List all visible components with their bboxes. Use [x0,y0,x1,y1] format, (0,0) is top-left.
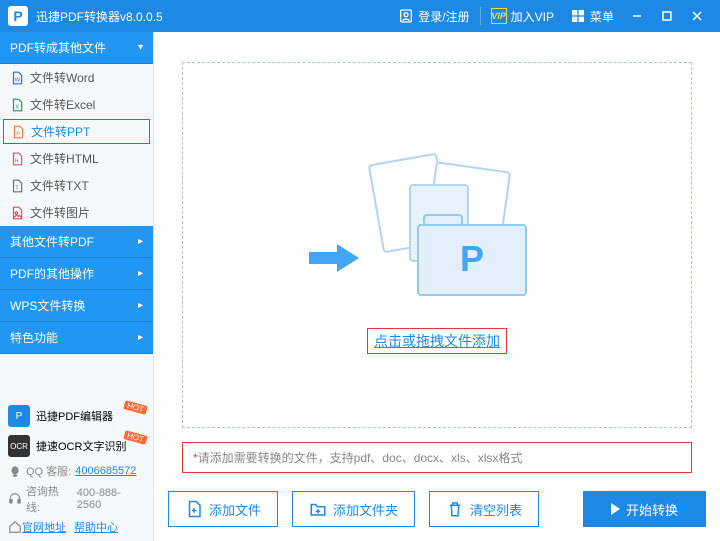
phone-label: 咨询热线: [26,483,73,515]
help-link[interactable]: 帮助中心 [74,519,118,535]
login-button[interactable]: 登录/注册 [390,0,477,32]
close-button[interactable] [682,0,712,32]
clear-list-button[interactable]: 清空列表 [429,491,539,527]
svg-text:P: P [16,131,20,137]
button-label: 开始转换 [626,500,678,519]
chevron-down-icon: ▾ [138,42,143,53]
grid-icon [570,8,586,24]
content: P 点击或拖拽文件添加 *请添加需要转换的文件，支持pdf、doc、docx、x… [154,32,720,541]
image-file-icon [10,206,24,220]
minimize-button[interactable] [622,0,652,32]
login-label: 登录/注册 [418,8,469,25]
home-icon [8,520,22,534]
site-link[interactable]: 官网地址 [22,519,66,535]
sidebar-item-excel[interactable]: X 文件转Excel [0,91,153,118]
ppt-file-icon: P [11,125,25,139]
sidebar-item-ppt[interactable]: P 文件转PPT [3,119,150,144]
sidebar-item-txt[interactable]: T 文件转TXT [0,172,153,199]
item-label: 文件转Excel [30,96,95,113]
category-pdf-to-other[interactable]: PDF转成其他文件 ▾ [0,32,153,64]
bottom-links: 官网地址 帮助中心 [0,517,153,541]
word-file-icon: W [10,71,24,85]
category-label: 其他文件转PDF [10,233,94,250]
play-icon [611,503,620,515]
qq-contact: QQ 客服: 4006685572 [0,461,153,481]
category-label: WPS文件转换 [10,297,85,314]
menu-button[interactable]: 菜单 [562,0,622,32]
button-label: 添加文件 [209,500,261,519]
item-label: 文件转PPT [31,123,90,140]
svg-text:W: W [15,77,21,83]
add-folder-icon [309,500,327,518]
footer-toolbar: 添加文件 添加文件夹 清空列表 开始转换 [154,481,720,541]
separator [480,7,481,25]
chevron-right-icon: ▸ [138,332,143,343]
sidebar-item-word[interactable]: W 文件转Word [0,64,153,91]
hot-badge: HOT [123,430,147,445]
item-label: 文件转Word [30,69,94,86]
drop-text: 点击或拖拽文件添加 [367,328,507,354]
add-file-icon [185,500,203,518]
item-label: 文件转图片 [30,204,90,221]
category-special[interactable]: 特色功能 ▸ [0,322,153,354]
drop-area[interactable]: P 点击或拖拽文件添加 [182,62,692,428]
pdf-editor-icon: P [8,405,30,427]
menu-label: 菜单 [590,8,614,25]
qq-label: QQ 客服: [26,463,71,479]
button-label: 添加文件夹 [333,500,398,519]
user-icon [398,8,414,24]
sidebar-item-html[interactable]: H 文件转HTML [0,145,153,172]
add-file-button[interactable]: 添加文件 [168,491,278,527]
ocr-icon: OCR [8,435,30,457]
promo-label: 迅捷PDF编辑器 [36,408,113,424]
file-drop-illustration-icon: P [327,136,547,316]
sidebar-bottom: P 迅捷PDF编辑器 HOT OCR 捷速OCR文字识别 HOT QQ 客服: … [0,401,153,541]
promo-ocr[interactable]: OCR 捷速OCR文字识别 HOT [0,431,153,461]
category-label: 特色功能 [10,329,58,346]
maximize-button[interactable] [652,0,682,32]
item-label: 文件转TXT [30,177,89,194]
category-label: PDF转成其他文件 [10,39,106,56]
phone-contact: 咨询热线: 400-888-2560 [0,481,153,517]
format-hint: *请添加需要转换的文件，支持pdf、doc、docx、xls、xlsx格式 [182,442,692,473]
button-label: 清空列表 [470,500,522,519]
svg-text:X: X [15,104,19,110]
hint-text: 请添加需要转换的文件，支持pdf、doc、docx、xls、xlsx格式 [198,451,523,465]
category-label: PDF的其他操作 [10,265,94,282]
start-convert-button[interactable]: 开始转换 [583,491,706,527]
phone-value: 400-888-2560 [77,487,145,511]
app-title: 迅捷PDF转换器v8.0.0.5 [36,8,163,25]
promo-label: 捷速OCR文字识别 [36,438,126,454]
svg-text:T: T [15,185,19,191]
vip-button[interactable]: VIP 加入VIP [483,0,562,32]
txt-file-icon: T [10,179,24,193]
qq-icon [8,464,22,478]
chevron-right-icon: ▸ [138,268,143,279]
app-logo-icon: P [8,6,28,26]
category-other-to-pdf[interactable]: 其他文件转PDF ▸ [0,226,153,258]
svg-text:H: H [15,158,19,164]
titlebar: P 迅捷PDF转换器v8.0.0.5 登录/注册 VIP 加入VIP 菜单 [0,0,720,32]
headset-icon [8,492,22,506]
vip-label: 加入VIP [511,8,554,25]
trash-icon [446,500,464,518]
vip-badge-icon: VIP [491,8,507,24]
qq-number-link[interactable]: 4006685572 [75,465,136,477]
category-pdf-ops[interactable]: PDF的其他操作 ▸ [0,258,153,290]
hot-badge: HOT [123,400,147,415]
chevron-right-icon: ▸ [138,236,143,247]
item-label: 文件转HTML [30,150,99,167]
excel-file-icon: X [10,98,24,112]
promo-pdf-editor[interactable]: P 迅捷PDF编辑器 HOT [0,401,153,431]
add-folder-button[interactable]: 添加文件夹 [292,491,415,527]
chevron-right-icon: ▸ [138,300,143,311]
category-wps[interactable]: WPS文件转换 ▸ [0,290,153,322]
html-file-icon: H [10,152,24,166]
sidebar: PDF转成其他文件 ▾ W 文件转Word X 文件转Excel P 文件转PP… [0,32,154,541]
sidebar-item-image[interactable]: 文件转图片 [0,199,153,226]
